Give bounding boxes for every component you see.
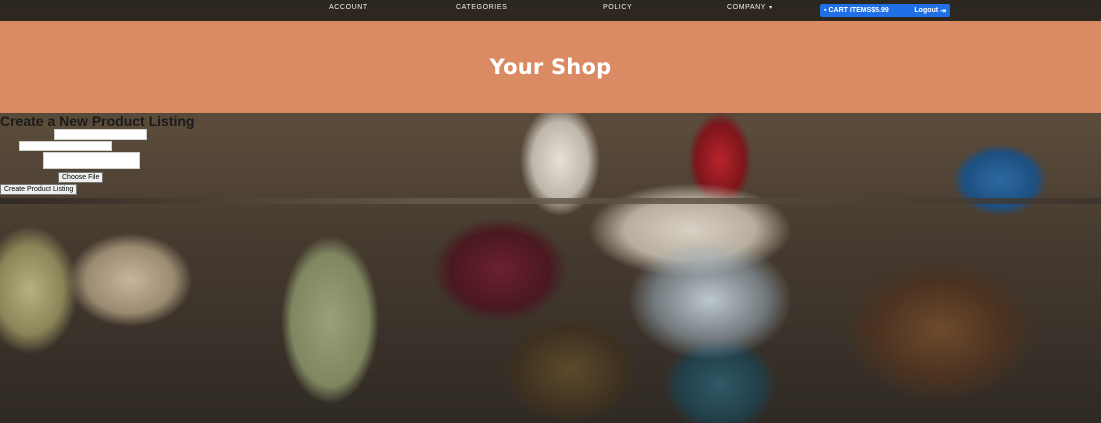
logout-button[interactable]: Logout ⇥ [914,7,946,15]
top-navigation: ACCOUNT CATEGORIES POLICY COMPANY ▾ ▪ CAR… [0,0,1101,21]
create-listing-button[interactable]: Create Product Listing [0,184,78,195]
product-price-input[interactable] [19,141,112,151]
nav-company[interactable]: COMPANY ▾ [727,4,773,11]
cart-icon: ▪ [824,7,827,14]
product-name-input[interactable] [54,129,147,140]
page-title: Your Shop [489,55,612,79]
logout-label: Logout [914,7,939,14]
cart-link[interactable]: ▪ CART ITEMS$5.99 [824,7,889,14]
nav-company-label: COMPANY [727,4,767,11]
cart-label: CART ITEMS$5.99 [828,7,889,14]
nav-policy[interactable]: POLICY [603,4,632,11]
logout-icon: ⇥ [940,7,946,15]
form-heading: Create a New Product Listing [0,113,195,129]
hero-banner: Your Shop [0,21,1101,113]
background-shelf [0,198,1101,204]
cart-area: ▪ CART ITEMS$5.99 Logout ⇥ [820,4,950,17]
file-upload-row: Choose File [0,172,104,183]
choose-file-button[interactable]: Choose File [58,172,104,183]
nav-categories[interactable]: CATEGORIES [456,4,507,11]
chevron-down-icon: ▾ [769,5,773,11]
nav-account[interactable]: ACCOUNT [329,4,368,11]
product-description-input[interactable] [43,152,140,169]
